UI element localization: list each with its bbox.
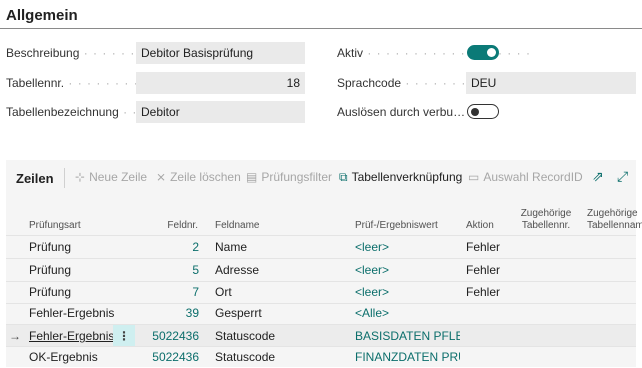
pruefungsfilter-label: Prüfungsfilter xyxy=(261,170,333,184)
column-header-line: Tabellennam xyxy=(587,220,642,231)
current-row-arrow-icon: → xyxy=(9,329,21,343)
cell-pruefwert[interactable]: <leer> xyxy=(355,281,389,303)
auswahl-recordid-button[interactable]: ▭ Auswahl RecordID xyxy=(468,170,583,184)
sprachcode-input[interactable]: DEU xyxy=(466,72,636,94)
column-header-feldname[interactable]: Feldname xyxy=(215,220,259,232)
new-line-icon: ⊹ xyxy=(75,170,86,184)
cell-pruefungsart[interactable]: Fehler-Ergebnis xyxy=(29,302,114,324)
beschreibung-input[interactable]: Debitor Basisprüfung xyxy=(136,42,305,64)
tabellenbezeichnung-input[interactable]: Debitor xyxy=(136,101,305,123)
cell-aktion[interactable]: Fehler xyxy=(466,281,500,303)
expand-icon[interactable]: ⤢ xyxy=(617,168,628,185)
tabellennr-input[interactable]: 18 xyxy=(136,72,305,94)
cell-pruefungsart[interactable]: Prüfung xyxy=(29,236,71,258)
cell-pruefwert[interactable]: BASISDATEN PFLEG… xyxy=(355,325,460,347)
pruefungsfilter-button[interactable]: ▤ Prüfungsfilter xyxy=(246,170,332,184)
cell-pruefungsart[interactable]: Fehler-Ergebnis xyxy=(29,325,114,347)
column-header-zug-tabellennr[interactable]: Zugehörige Tabellennr. xyxy=(520,208,572,232)
cell-feldname: Statuscode xyxy=(215,329,276,343)
section-title-allgemein[interactable]: Allgemein xyxy=(6,7,78,24)
aktiv-toggle[interactable] xyxy=(467,45,499,60)
cell-feldnr[interactable]: 5022436 xyxy=(150,346,199,368)
column-header-line: Zugehörige xyxy=(520,208,572,219)
cell-pruefwert[interactable]: <leer> xyxy=(355,259,389,281)
zeile-loeschen-button[interactable]: ⨯ Zeile löschen xyxy=(156,170,241,184)
ausloesen-toggle[interactable] xyxy=(467,104,499,119)
zeile-loeschen-label: Zeile löschen xyxy=(170,170,241,184)
cell-aktion[interactable]: Fehler xyxy=(466,236,500,258)
cell-pruefwert[interactable]: <leer> xyxy=(355,236,389,258)
cell-feldnr[interactable]: 2 xyxy=(150,236,199,258)
column-header-pruefwert[interactable]: Prüf-/Ergebniswert xyxy=(355,220,438,232)
cell-feldnr[interactable]: 5022436 xyxy=(150,325,199,347)
table-row[interactable] xyxy=(6,236,636,258)
column-header-line: Zugehörige xyxy=(587,208,638,219)
field-label-aktiv: Aktiv · · · · · · · · · · · · · · · · · … xyxy=(337,46,531,60)
field-label-tabellenbezeichnung: Tabellenbezeichnung · · · xyxy=(6,105,147,119)
column-header-zug-tabellenname[interactable]: Zugehörige Tabellennam xyxy=(587,208,642,232)
section-divider xyxy=(0,28,642,29)
cell-feldname: Ort xyxy=(215,285,232,299)
cell-feldnr[interactable]: 5 xyxy=(150,259,199,281)
column-header-feldnr[interactable]: Feldnr. xyxy=(150,220,198,232)
tabellenverknuepfung-label: Tabellenverknüpfung xyxy=(351,170,463,184)
cell-feldname: Statuscode xyxy=(215,350,276,364)
toggle-knob xyxy=(471,107,479,116)
table-row[interactable] xyxy=(6,281,636,303)
cell-feldname: Gesperrt xyxy=(215,306,262,320)
cell-aktion[interactable]: Fehler xyxy=(466,259,500,281)
cell-pruefwert[interactable]: FINANZDATEN PRÜ… xyxy=(355,346,460,368)
cell-feldname: Adresse xyxy=(215,263,260,277)
table-row[interactable] xyxy=(6,346,636,368)
toggle-knob xyxy=(487,48,496,57)
field-label-ausloesen: Auslösen durch verbu… · xyxy=(337,105,473,119)
auswahl-recordid-label: Auswahl RecordID xyxy=(483,170,583,184)
link-table-icon: ⧉ xyxy=(339,170,348,184)
column-header-line: Tabellennr. xyxy=(521,220,571,231)
filter-table-icon: ▤ xyxy=(246,170,258,184)
row-menu-icon[interactable]: ⋮ xyxy=(113,325,135,347)
tabellenverknuepfung-button[interactable]: ⧉ Tabellenverknüpfung xyxy=(339,170,462,184)
cell-pruefwert[interactable]: <Alle> xyxy=(355,302,389,324)
cell-pruefungsart[interactable]: Prüfung xyxy=(29,259,71,281)
cell-feldname: Name xyxy=(215,240,248,254)
record-select-icon: ▭ xyxy=(468,170,480,184)
neue-zeile-label: Neue Zeile xyxy=(89,170,148,184)
share-icon[interactable]: ⇗ xyxy=(592,168,604,185)
column-header-aktion[interactable]: Aktion xyxy=(466,220,494,232)
cell-feldnr[interactable]: 39 xyxy=(150,302,199,324)
neue-zeile-button[interactable]: ⊹ Neue Zeile xyxy=(75,170,147,184)
delete-line-icon: ⨯ xyxy=(156,170,167,184)
table-row[interactable] xyxy=(6,259,636,281)
cell-pruefungsart[interactable]: Prüfung xyxy=(29,281,71,303)
lines-title[interactable]: Zeilen xyxy=(16,171,54,186)
toolbar-separator xyxy=(64,168,65,188)
cell-pruefungsart[interactable]: OK-Ergebnis xyxy=(29,346,98,368)
column-header-pruefungsart[interactable]: Prüfungsart xyxy=(29,220,81,232)
cell-feldnr[interactable]: 7 xyxy=(150,281,199,303)
